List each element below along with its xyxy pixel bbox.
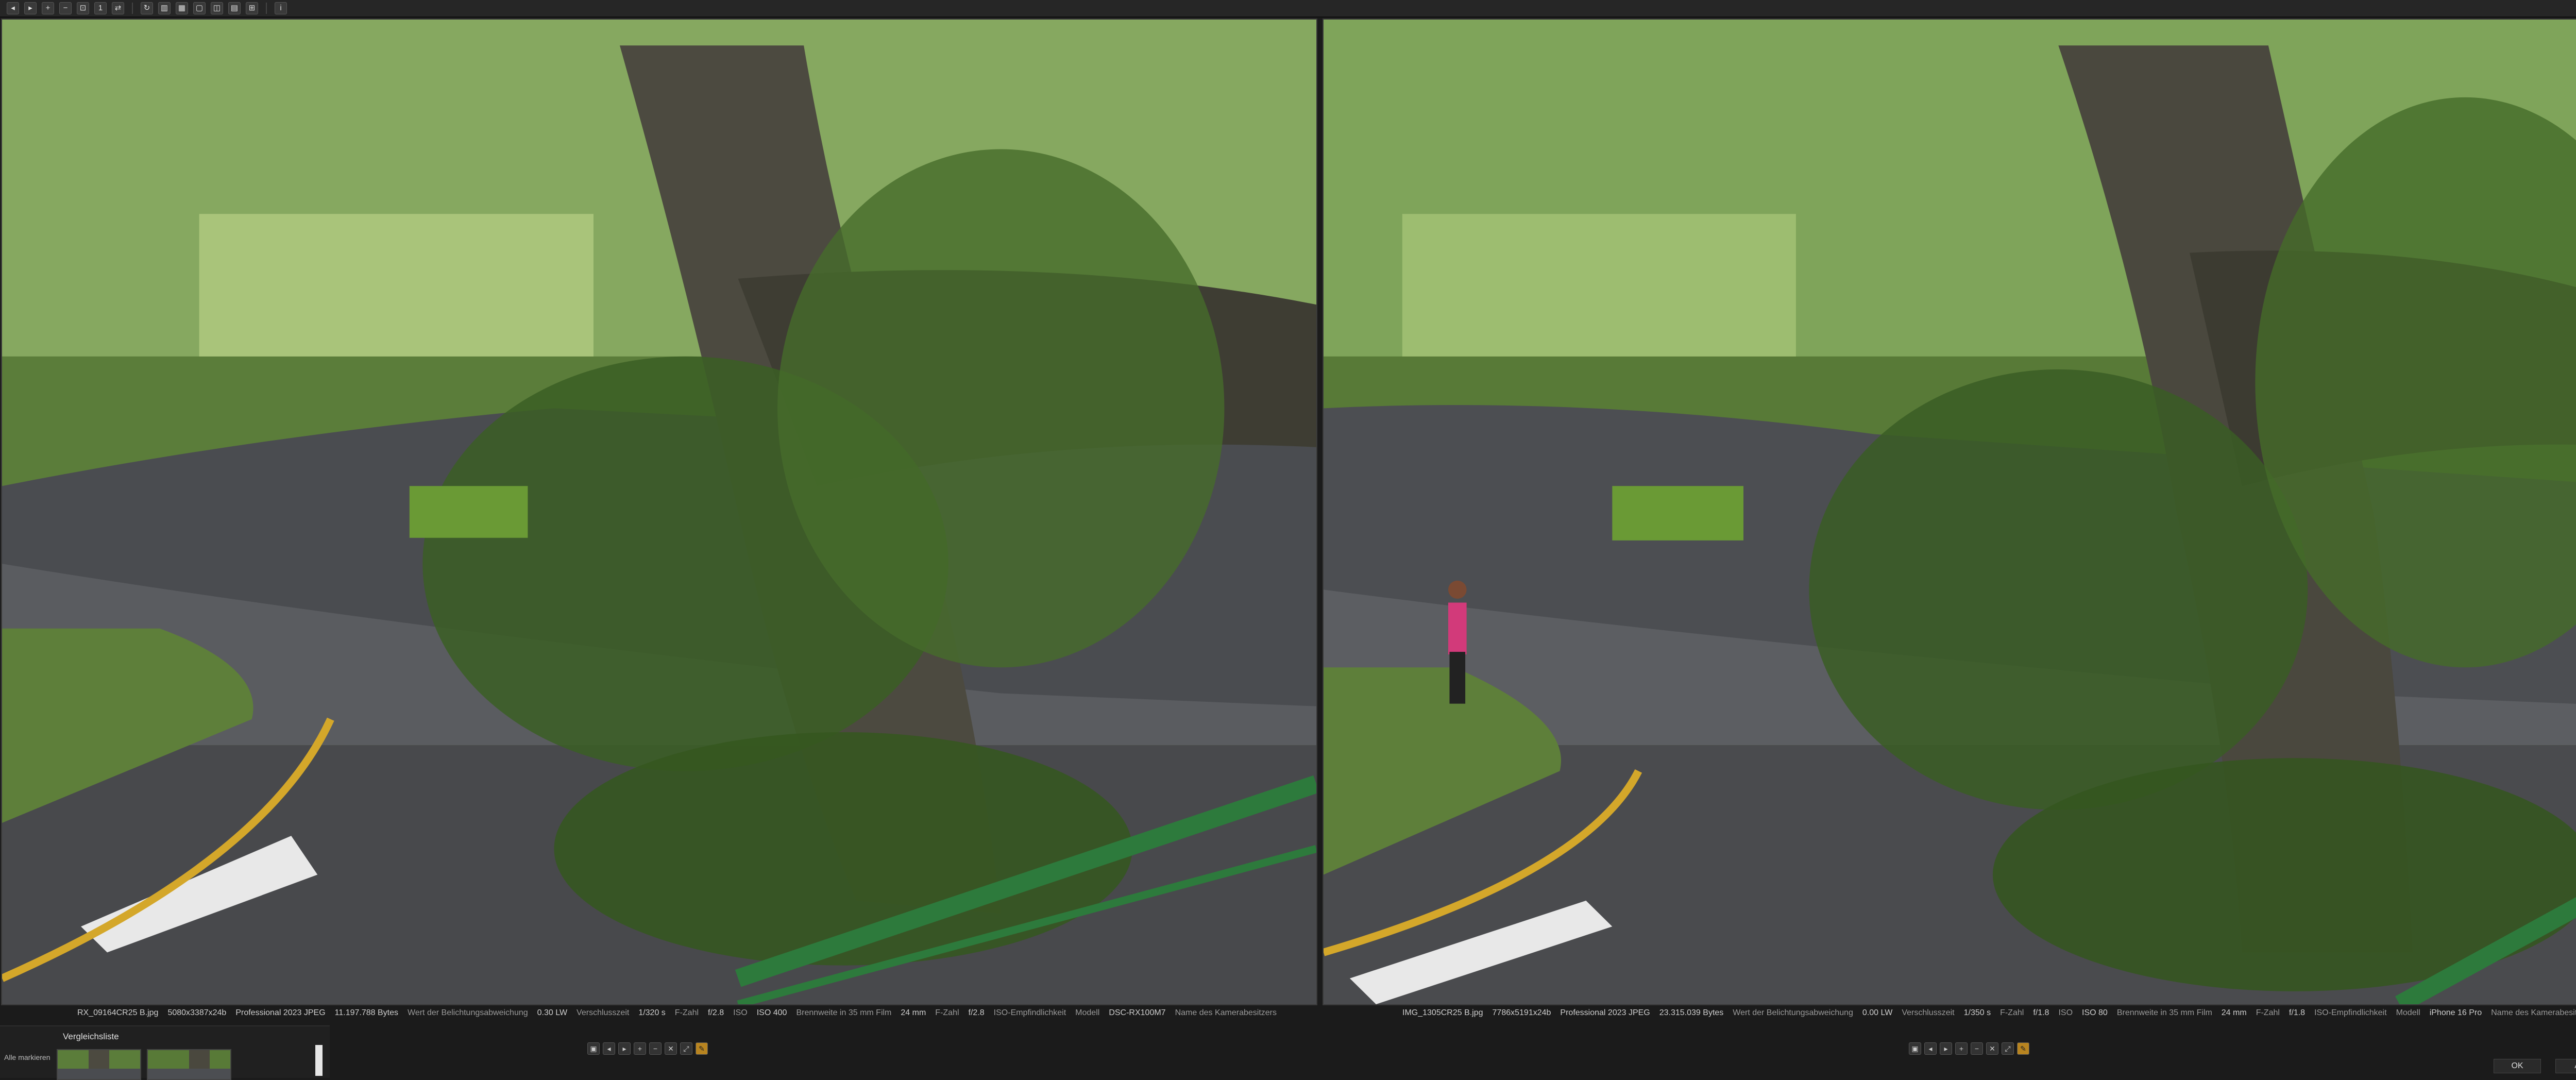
prev-icon[interactable]: ◂ [7, 2, 19, 14]
info-icon[interactable]: i [275, 2, 287, 14]
left-focal35: 24 mm [901, 1008, 926, 1017]
zoom-out-icon[interactable]: − [1971, 1042, 1983, 1055]
left-focal35-label: Brennweite in 35 mm Film [796, 1008, 892, 1017]
next-icon[interactable]: ▸ [24, 2, 37, 14]
right-filename: IMG_1305CR25 B.jpg [1402, 1008, 1483, 1017]
right-fnumber: f/1.8 [2033, 1008, 2049, 1017]
select-all-button[interactable]: Alle markieren [4, 1053, 50, 1061]
close-icon[interactable]: ✕ [1986, 1042, 1998, 1055]
left-filesize: 11.197.788 Bytes [334, 1008, 399, 1017]
left-viewer-controls: ▣ ◂ ▸ + − ✕ ⤢ ✎ [587, 1041, 708, 1056]
toolbar-divider [132, 3, 133, 14]
left-exposure-bias-label: Wert der Belichtungsabweichung [408, 1008, 528, 1017]
right-exposure-bias: 0.00 LW [1862, 1008, 1893, 1017]
right-iso-label: ISO [2058, 1008, 2073, 1017]
left-photo [2, 20, 1316, 1004]
right-model: iPhone 16 Pro [2429, 1008, 2482, 1017]
top-toolbar: ◂ ▸ + − ⊡ 1 ⇄ ↻ ▥ ▦ ▢ ◫ ▤ ⊞ i [0, 0, 2576, 18]
toolbar-divider [266, 3, 267, 14]
quad-view-icon[interactable]: ⊞ [246, 2, 258, 14]
left-dimensions: 5080x3387x24b [167, 1008, 227, 1017]
right-iso-sens-label: ISO-Empfindlichkeit [2314, 1008, 2387, 1017]
right-fnumber2: f/1.8 [2289, 1008, 2306, 1017]
cancel-button[interactable]: Abbrechen [2555, 1059, 2576, 1073]
right-dimensions: 7786x5191x24b [1492, 1008, 1551, 1017]
next-image-icon[interactable]: ▸ [1940, 1042, 1952, 1055]
left-shutter: 1/320 s [638, 1008, 666, 1017]
histogram-icon[interactable]: ▥ [158, 2, 171, 14]
save-icon[interactable]: ▣ [1909, 1042, 1921, 1055]
left-format: Professional 2023 JPEG [235, 1008, 326, 1017]
right-focal35-label: Brennweite in 35 mm Film [2116, 1008, 2212, 1017]
right-iso: ISO 80 [2082, 1008, 2108, 1017]
right-format: Professional 2023 JPEG [1560, 1008, 1650, 1017]
prev-image-icon[interactable]: ◂ [1924, 1042, 1937, 1055]
right-owner-label: Name des Kamerabesitzers [2491, 1008, 2576, 1017]
right-shutter: 1/350 s [1963, 1008, 1991, 1017]
zoom-100-icon[interactable]: 1 [94, 2, 107, 14]
sync-icon[interactable]: ⇄ [112, 2, 124, 14]
zoom-out-icon[interactable]: − [59, 2, 72, 14]
left-fnumber2-label: F-Zahl [935, 1008, 959, 1017]
left-iso-label: ISO [733, 1008, 748, 1017]
single-view-icon[interactable]: ▢ [193, 2, 206, 14]
right-focal35: 24 mm [2221, 1008, 2247, 1017]
left-fnumber-label: F-Zahl [674, 1008, 699, 1017]
compare-list-title: Vergleichsliste [63, 1032, 119, 1041]
right-image-viewer[interactable] [1323, 19, 2576, 1005]
dual-view-icon[interactable]: ◫ [211, 2, 223, 14]
ok-button[interactable]: OK [2494, 1059, 2541, 1073]
left-image-viewer[interactable] [1, 19, 1317, 1005]
left-exposure-bias: 0.30 LW [537, 1008, 568, 1017]
right-photo [1324, 20, 2576, 1004]
compare-list-panel: Vergleichsliste Alle markieren [0, 1025, 330, 1080]
left-owner-label: Name des Kamerabesitzers [1175, 1008, 1277, 1017]
right-shutter-label: Verschlusszeit [1902, 1008, 1955, 1017]
left-fnumber: f/2.8 [708, 1008, 724, 1017]
right-model-label: Modell [2396, 1008, 2420, 1017]
triple-view-icon[interactable]: ▤ [228, 2, 241, 14]
thumbnail-right-photo[interactable] [147, 1049, 231, 1080]
right-viewer-controls: ▣ ◂ ▸ + − ✕ ⤢ ✎ [1909, 1041, 2029, 1056]
save-icon[interactable]: ▣ [587, 1042, 600, 1055]
left-shutter-label: Verschlusszeit [577, 1008, 630, 1017]
right-fnumber-label: F-Zahl [2000, 1008, 2024, 1017]
fullscreen-icon[interactable]: ⤢ [2002, 1042, 2014, 1055]
left-model: DSC-RX100M7 [1109, 1008, 1166, 1017]
left-iso: ISO 400 [756, 1008, 787, 1017]
zoom-out-icon[interactable]: − [649, 1042, 662, 1055]
right-filesize: 23.315.039 Bytes [1659, 1008, 1724, 1017]
edit-icon[interactable]: ✎ [696, 1042, 708, 1055]
left-iso-sens-label: ISO-Empfindlichkeit [993, 1008, 1066, 1017]
right-fnumber2-label: F-Zahl [2256, 1008, 2280, 1017]
thumbnail-left-photo[interactable] [57, 1049, 141, 1080]
left-filename: RX_09164CR25 B.jpg [77, 1008, 159, 1017]
left-fnumber2: f/2.8 [968, 1008, 985, 1017]
right-metadata-bar: IMG_1305CR25 B.jpg 7786x5191x24b Profess… [1402, 1006, 2576, 1020]
zoom-fit-icon[interactable]: ⊡ [77, 2, 89, 14]
grid-icon[interactable]: ▦ [176, 2, 188, 14]
left-model-label: Modell [1075, 1008, 1100, 1017]
close-icon[interactable]: ✕ [665, 1042, 677, 1055]
right-exposure-bias-label: Wert der Belichtungsabweichung [1733, 1008, 1853, 1017]
zoom-in-icon[interactable]: + [634, 1042, 646, 1055]
edit-icon[interactable]: ✎ [2017, 1042, 2029, 1055]
prev-image-icon[interactable]: ◂ [603, 1042, 615, 1055]
rotate-icon[interactable]: ↻ [141, 2, 153, 14]
next-image-icon[interactable]: ▸ [618, 1042, 631, 1055]
compare-list-scrollbar[interactable] [315, 1045, 323, 1076]
zoom-in-icon[interactable]: + [42, 2, 54, 14]
fullscreen-icon[interactable]: ⤢ [680, 1042, 692, 1055]
zoom-in-icon[interactable]: + [1955, 1042, 1968, 1055]
left-metadata-bar: RX_09164CR25 B.jpg 5080x3387x24b Profess… [77, 1006, 1277, 1020]
